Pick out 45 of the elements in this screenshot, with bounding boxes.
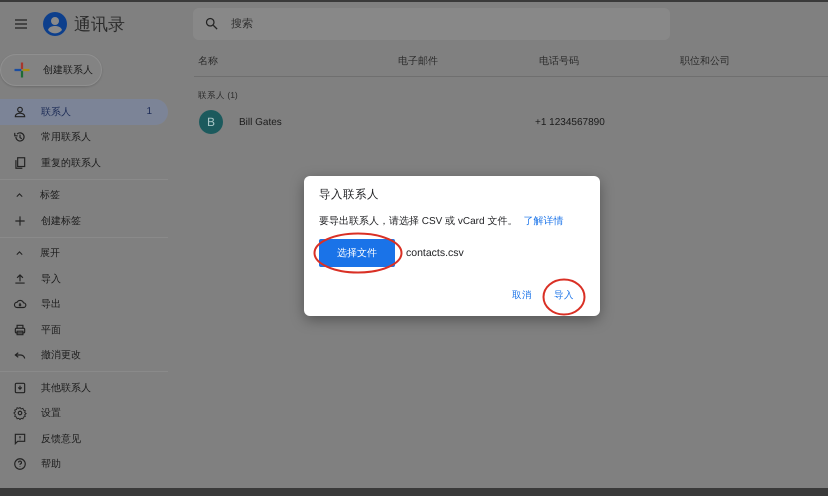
choose-file-button[interactable]: 选择文件 xyxy=(319,239,395,267)
file-name: contacts.csv xyxy=(406,247,464,259)
dialog-message: 要导出联系人，请选择 CSV 或 vCard 文件。 了解详情 xyxy=(319,214,564,228)
search-icon xyxy=(204,16,219,31)
create-contact-button[interactable]: 创建联系人 xyxy=(0,54,102,86)
contacts-logo-icon xyxy=(43,12,67,36)
feedback-icon xyxy=(13,432,27,446)
section-header[interactable]: 标签 xyxy=(0,182,168,208)
column-header: 电话号码 xyxy=(539,54,580,68)
printer-icon xyxy=(13,322,27,337)
help-icon xyxy=(13,457,27,472)
search-field[interactable]: 搜索 xyxy=(193,8,670,40)
plus-icon xyxy=(13,214,27,228)
app-title: 通讯录 xyxy=(74,14,126,36)
sidebar-item[interactable]: 平面 xyxy=(0,317,168,342)
copy-icon xyxy=(13,156,27,170)
table-cell-text: +1 1234567890 xyxy=(535,116,606,128)
sidebar-item[interactable]: 帮助 xyxy=(0,452,168,477)
contact-box-icon xyxy=(13,380,27,395)
contact-avatar: B xyxy=(199,110,223,134)
learn-more-link[interactable]: 了解详情 xyxy=(523,216,564,227)
column-header: 名称 xyxy=(198,55,219,68)
sidebar-item[interactable]: 创建标签 xyxy=(0,208,168,234)
person-icon xyxy=(13,104,27,119)
sidebar-item[interactable]: 设置 xyxy=(0,400,168,426)
sidebar-item[interactable]: 反馈意见 xyxy=(0,426,168,452)
section-label: 联系人 (1) xyxy=(197,89,239,102)
sidebar-item[interactable]: 导出 xyxy=(0,292,168,317)
sidebar-item[interactable]: 导入 xyxy=(0,266,168,292)
sidebar-item[interactable]: 常用联系人 xyxy=(0,124,168,150)
history-icon xyxy=(13,130,27,144)
section-header[interactable]: 展开 xyxy=(0,240,168,266)
sidebar-item[interactable]: 联系人 1 xyxy=(0,99,168,124)
item-count: 1 xyxy=(146,106,152,118)
dialog-title: 导入联系人 xyxy=(319,187,380,202)
settings-icon xyxy=(13,406,27,420)
plus-icon xyxy=(13,61,31,79)
column-header: 电子邮件 xyxy=(398,54,439,68)
contact-name[interactable]: Bill Gates xyxy=(239,116,282,128)
sidebar-item[interactable]: 撤消更改 xyxy=(0,342,168,368)
upload-icon xyxy=(13,272,27,286)
column-header: 职位和公司 xyxy=(680,54,731,68)
sidebar-item[interactable]: 重复的联系人 xyxy=(0,150,168,176)
dialog-action-button[interactable]: 取消 xyxy=(504,285,540,306)
sidebar-item[interactable]: 其他联系人 xyxy=(0,375,168,400)
